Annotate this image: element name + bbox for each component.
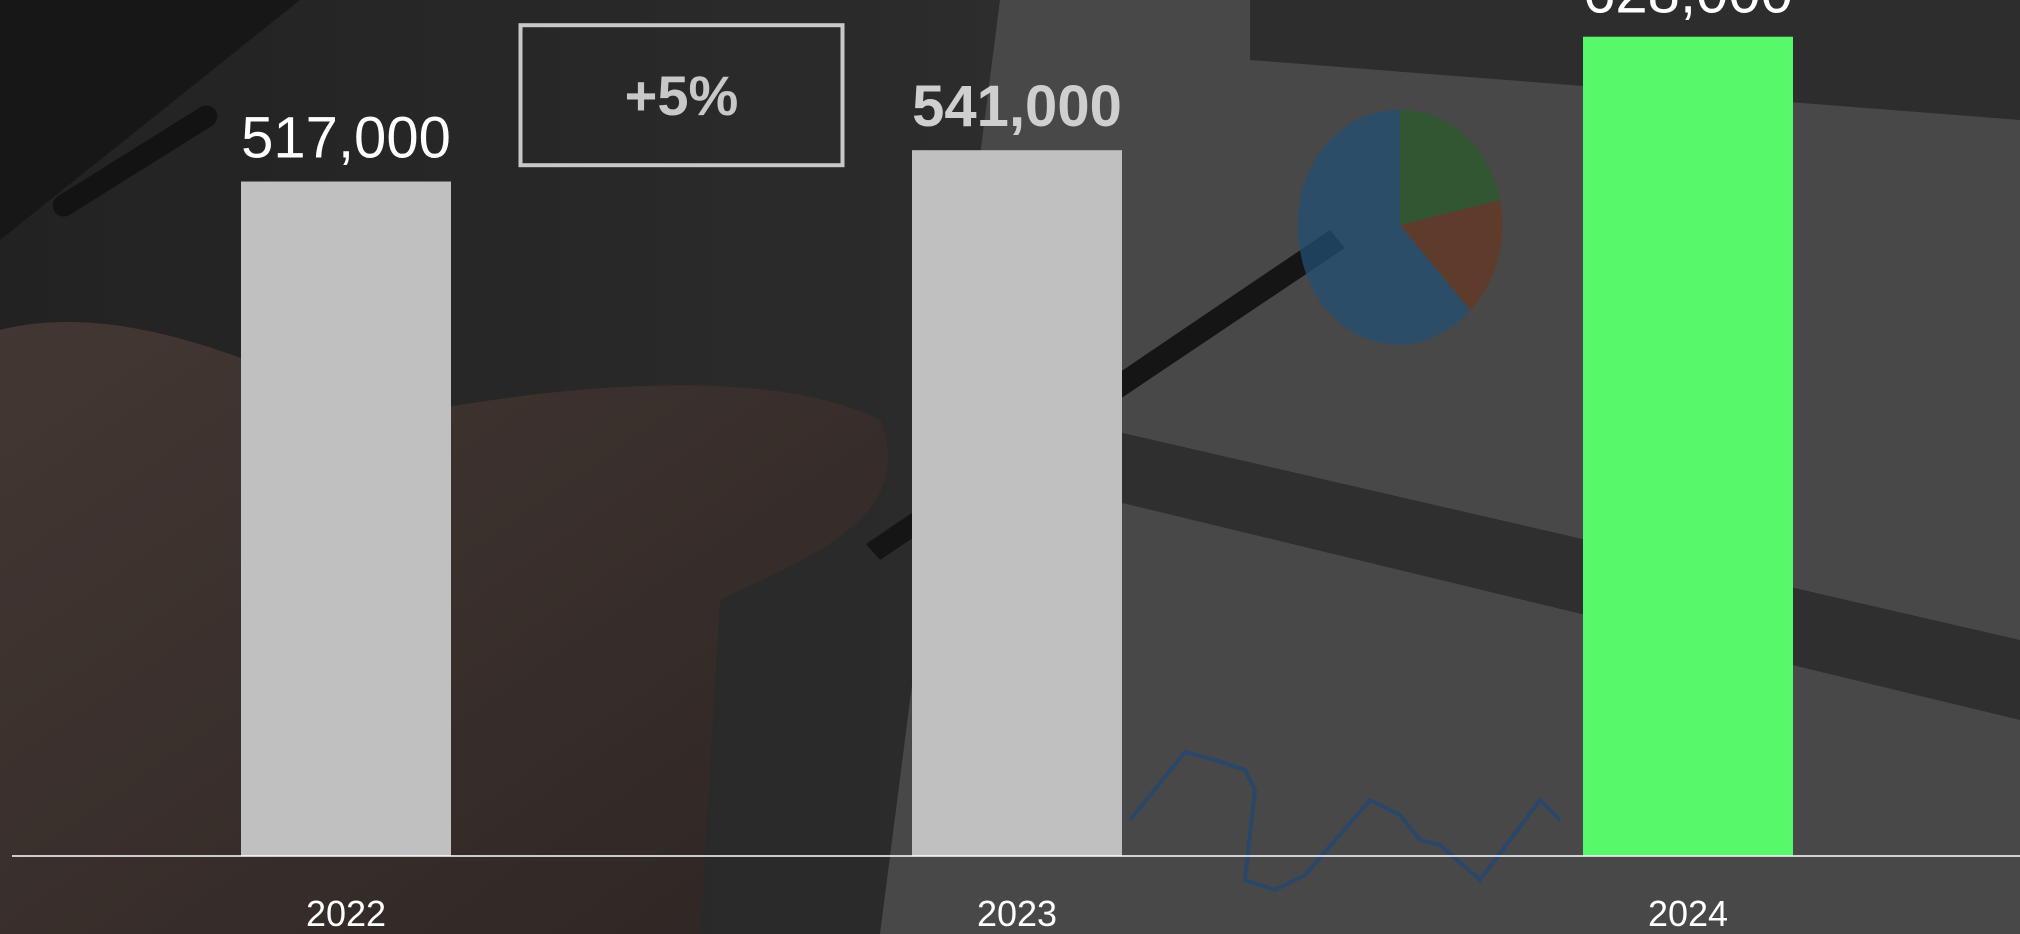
bars-layer: 517,000 2022 541,000 2023 628,000 2024 (241, 0, 1793, 934)
bar-chart: 517,0002022541,0002023628,0002024 +5%+16… (12, 0, 2020, 934)
bar-2022 (241, 181, 451, 856)
growth-label-1: +5% (625, 64, 739, 127)
bar-2024 (1583, 36, 1793, 856)
bar-2023 (912, 150, 1122, 857)
bar-value-label-2024: 628,000 (1583, 0, 1793, 26)
x-tick-label-2022: 2022 (306, 893, 386, 934)
x-tick-label-2023: 2023 (977, 893, 1057, 934)
x-tick-label-2024: 2024 (1648, 893, 1728, 934)
bar-value-label-2023: 541,000 (912, 74, 1122, 139)
chart-stage: 517,0002022541,0002023628,0002024 +5%+16… (0, 0, 2020, 934)
bar-value-label-2022: 517,000 (241, 106, 451, 171)
